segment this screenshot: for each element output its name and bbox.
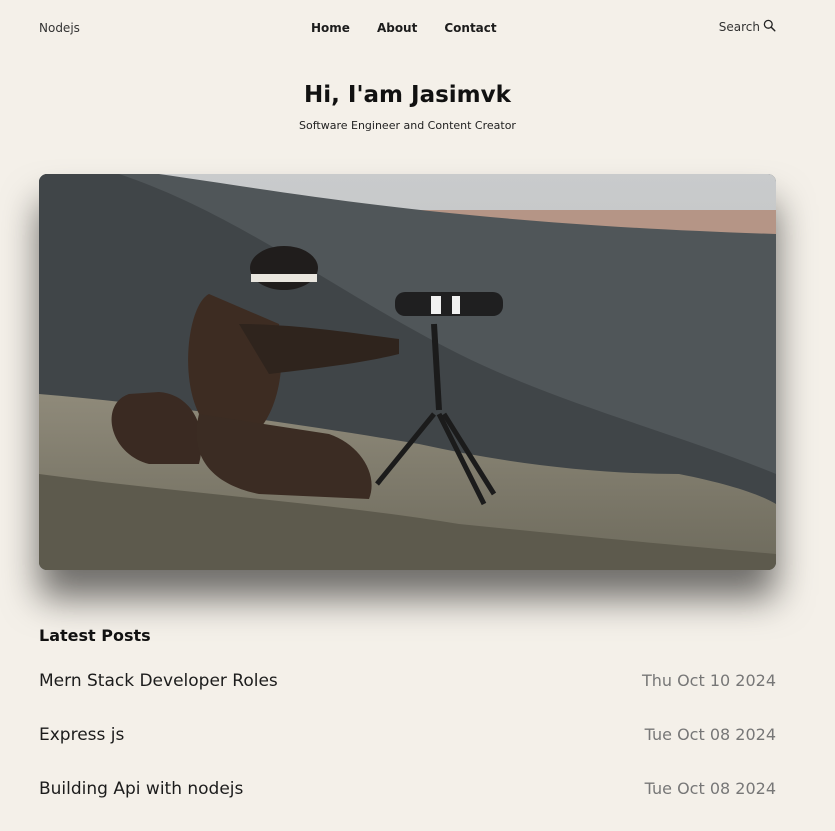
post-date: Thu Oct 10 2024 [641, 671, 776, 690]
list-item[interactable]: Express js Tue Oct 08 2024 [39, 723, 776, 777]
post-date: Tue Oct 08 2024 [644, 725, 776, 744]
post-title[interactable]: Building Api with nodejs [39, 777, 243, 801]
hero-image [39, 174, 776, 570]
hero-title: Hi, I'am Jasimvk [304, 82, 511, 108]
nav-link-about[interactable]: About [377, 21, 417, 35]
search-icon [763, 19, 776, 35]
list-item[interactable]: Building Api with nodejs Tue Oct 08 2024 [39, 777, 776, 831]
site-logo[interactable]: Nodejs [39, 21, 80, 35]
post-title[interactable]: Express js [39, 723, 124, 747]
latest-posts-heading: Latest Posts [39, 626, 151, 645]
hero-subtitle: Software Engineer and Content Creator [299, 119, 516, 132]
post-date: Tue Oct 08 2024 [644, 779, 776, 798]
posts-list: Mern Stack Developer Roles Thu Oct 10 20… [39, 669, 776, 831]
search-button[interactable]: Search [719, 19, 776, 35]
search-label: Search [718, 20, 760, 34]
list-item[interactable]: Mern Stack Developer Roles Thu Oct 10 20… [39, 669, 776, 723]
nav-links: Home About Contact [311, 21, 497, 35]
nav-link-contact[interactable]: Contact [444, 21, 496, 35]
nav-link-home[interactable]: Home [311, 21, 350, 35]
post-title[interactable]: Mern Stack Developer Roles [39, 669, 278, 693]
top-nav: Nodejs Home About Contact Search [39, 18, 776, 40]
